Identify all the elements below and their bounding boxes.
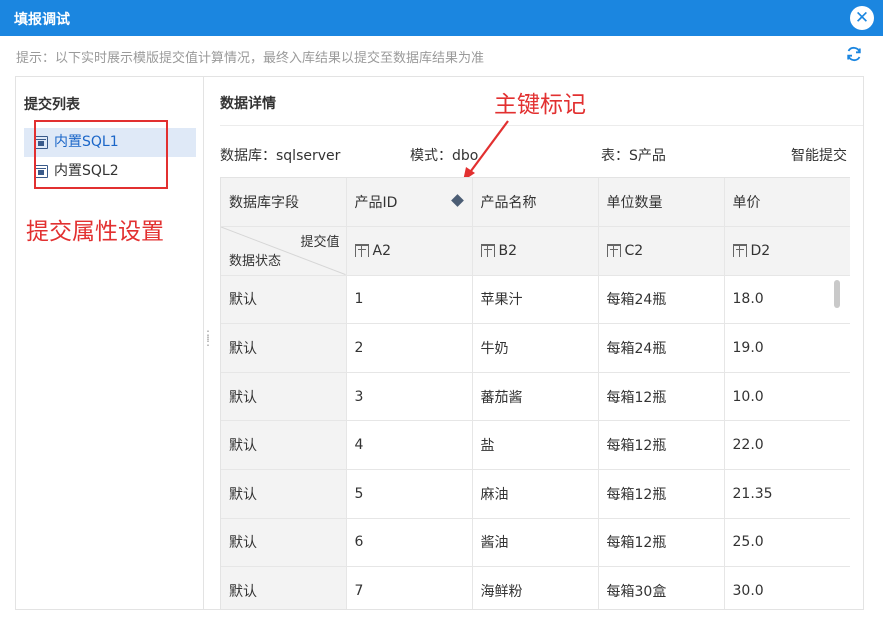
row-state: 默认 xyxy=(221,469,347,519)
cell-price: 18.0 xyxy=(724,275,850,325)
cell-ref: B2 xyxy=(472,226,599,276)
submit-list-panel: 提交列表 内置SQL1 内置SQL2 提交属性设置 xyxy=(16,77,204,609)
cell-ref-icon xyxy=(354,243,369,257)
cell-unit-qty: 每箱12瓶 xyxy=(598,518,725,568)
meta-database: 数据库：sqlserver xyxy=(220,148,341,164)
cell-ref-icon xyxy=(732,243,747,257)
row-state: 默认 xyxy=(221,323,347,373)
data-detail-panel: 数据详情 主键标记 数据库：sqlserver 模式：dbo 表：S产品 智能提… xyxy=(205,77,863,609)
table-row: 默认 1 苹果汁 每箱24瓶 18.0 xyxy=(221,275,850,325)
cell-unit-qty: 每箱24瓶 xyxy=(598,323,725,373)
row-state: 默认 xyxy=(221,275,347,325)
cell-ref: A2 xyxy=(346,226,473,276)
submit-debug-dialog: 填报调试 ✕ 提示：以下实时展示模版提交值计算情况，最终入库结果以提交至数据库结… xyxy=(0,0,883,622)
meta-schema: 模式：dbo xyxy=(410,148,479,164)
ref-row: 提交值 数据状态 A2 B2 C2 D2 xyxy=(221,226,850,276)
refresh-icon[interactable] xyxy=(845,45,863,63)
data-state-label: 数据状态 xyxy=(229,253,282,269)
cell-ref-text: B2 xyxy=(498,242,518,259)
cell-product-id: 7 xyxy=(346,566,473,609)
cell-ref-icon xyxy=(480,243,495,257)
smart-submit[interactable]: 智能提交 xyxy=(791,145,847,165)
cell-unit-qty: 每箱30盒 xyxy=(598,566,725,609)
submit-value-label: 提交值 xyxy=(300,235,340,251)
row-state: 默认 xyxy=(221,518,347,568)
cell-product-id: 4 xyxy=(346,420,473,471)
row-state: 默认 xyxy=(221,566,347,609)
annotation-primary-key: 主键标记 xyxy=(494,92,586,118)
column-header: 产品名称 xyxy=(472,178,599,228)
table-row: 默认 6 酱油 每箱12瓶 25.0 xyxy=(221,518,850,568)
primary-key-icon xyxy=(450,194,464,207)
cell-product-name: 牛奶 xyxy=(472,323,599,373)
cell-unit-qty: 每箱12瓶 xyxy=(598,420,725,471)
table-row: 默认 5 麻油 每箱12瓶 21.35 xyxy=(221,469,850,519)
cell-ref-text: A2 xyxy=(372,242,391,259)
cell-ref: D2 xyxy=(724,226,850,276)
diagonal-header-cell: 提交值 数据状态 xyxy=(221,226,347,276)
hint-text: 提示：以下实时展示模版提交值计算情况，最终入库结果以提交至数据库结果为准 xyxy=(16,51,485,66)
table-row: 默认 2 牛奶 每箱24瓶 19.0 xyxy=(221,323,850,373)
dialog-title: 填报调试 xyxy=(14,12,70,28)
cell-unit-qty: 每箱12瓶 xyxy=(598,469,725,519)
header-row: 数据库字段 产品ID 产品名称 单位数量 单价 xyxy=(221,178,850,228)
submit-list-title: 提交列表 xyxy=(24,97,80,113)
cell-price: 30.0 xyxy=(724,566,850,609)
column-header: 产品ID xyxy=(346,178,473,228)
cell-ref-icon xyxy=(606,243,621,257)
cell-ref: C2 xyxy=(598,226,725,276)
cell-ref-text: C2 xyxy=(624,242,644,259)
cell-product-name: 麻油 xyxy=(472,469,599,519)
table-row: 默认 3 蕃茄酱 每箱12瓶 10.0 xyxy=(221,372,850,422)
detail-title: 数据详情 xyxy=(220,96,276,112)
table-row: 默认 7 海鲜粉 每箱30盒 30.0 xyxy=(221,566,850,609)
annotation-submit-attr: 提交属性设置 xyxy=(26,219,164,245)
cell-price: 19.0 xyxy=(724,323,850,373)
cell-price: 25.0 xyxy=(724,518,850,568)
table-row: 默认 4 盐 每箱12瓶 22.0 xyxy=(221,420,850,471)
cell-product-name: 酱油 xyxy=(472,518,599,568)
column-name: 产品ID xyxy=(354,195,398,212)
column-header: 单价 xyxy=(724,178,850,228)
cell-ref-text: D2 xyxy=(750,242,771,259)
cell-product-name: 苹果汁 xyxy=(472,275,599,325)
cell-product-id: 3 xyxy=(346,372,473,422)
row-state: 默认 xyxy=(221,372,347,422)
cell-price: 10.0 xyxy=(724,372,850,422)
divider xyxy=(220,125,863,126)
cell-product-name: 盐 xyxy=(472,420,599,471)
meta-table: 表：S产品 xyxy=(601,148,666,164)
cell-product-id: 2 xyxy=(346,323,473,373)
cell-product-id: 1 xyxy=(346,275,473,325)
cell-unit-qty: 每箱24瓶 xyxy=(598,275,725,325)
main-content: 提交列表 内置SQL1 内置SQL2 提交属性设置 ⋮ ⋮ 数据详情 主键标记 数… xyxy=(15,76,864,610)
title-bar: 填报调试 ✕ xyxy=(0,0,883,36)
cell-product-id: 5 xyxy=(346,469,473,519)
row-state: 默认 xyxy=(221,420,347,471)
column-header: 单位数量 xyxy=(598,178,725,228)
table-scrollbar[interactable] xyxy=(834,280,840,308)
field-label: 数据库字段 xyxy=(221,178,347,228)
cell-unit-qty: 每箱12瓶 xyxy=(598,372,725,422)
cell-product-name: 海鲜粉 xyxy=(472,566,599,609)
data-grid: 数据库字段 产品ID 产品名称 单位数量 单价 提交值 数据状态 A2 B2 C… xyxy=(220,177,850,609)
cell-price: 21.35 xyxy=(724,469,850,519)
cell-price: 22.0 xyxy=(724,420,850,471)
close-icon[interactable]: ✕ xyxy=(850,6,874,30)
cell-product-name: 蕃茄酱 xyxy=(472,372,599,422)
cell-product-id: 6 xyxy=(346,518,473,568)
annotation-box xyxy=(34,120,168,189)
